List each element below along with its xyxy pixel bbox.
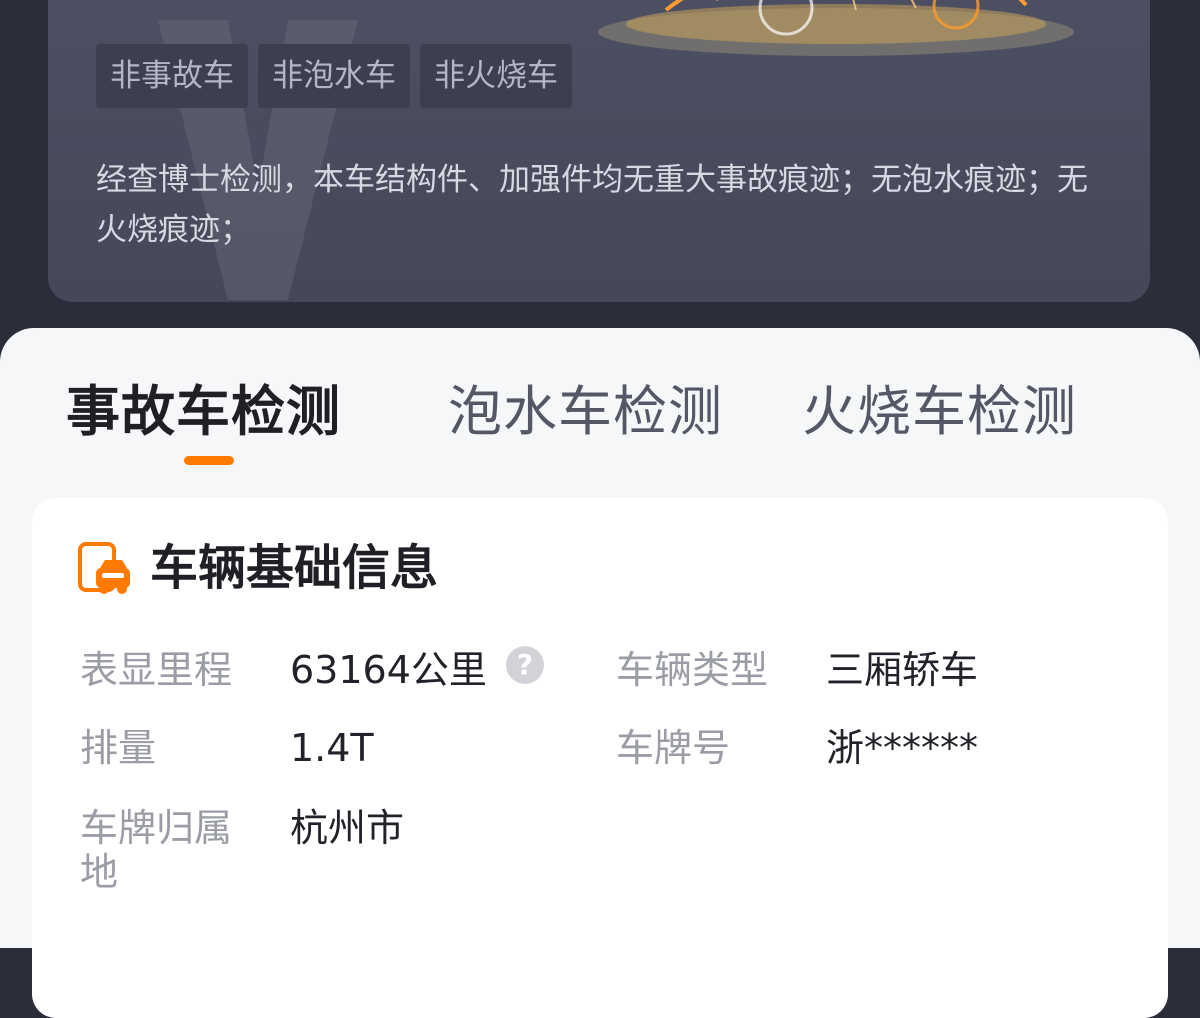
- vehicle-basic-info-card: 车辆基础信息 表显里程 63164公里 ? 车辆类型 三厢轿车 排量 1.4T …: [32, 498, 1168, 1018]
- tab-flood-check[interactable]: 泡水车检测: [448, 380, 723, 444]
- tab-accident-check[interactable]: 事故车检测: [66, 380, 341, 444]
- car-document-icon: [78, 542, 130, 594]
- plate-city-value: 杭州市: [290, 806, 405, 850]
- detail-sheet: 事故车检测 泡水车检测 火烧车检测 车辆基础信息 表显里程 63164公里 ? …: [0, 328, 1200, 1018]
- mileage-value: 63164公里: [290, 648, 487, 692]
- displacement-value: 1.4T: [290, 726, 374, 770]
- vehicle-type-value: 三厢轿车: [826, 648, 979, 692]
- help-icon[interactable]: ?: [506, 646, 544, 684]
- displacement-label: 排量: [80, 726, 157, 770]
- card-title: 车辆基础信息: [150, 540, 439, 596]
- tag-no-fire: 非火烧车: [420, 44, 572, 108]
- vehicle-type-label: 车辆类型: [616, 648, 769, 692]
- tag-no-accident: 非事故车: [96, 44, 248, 108]
- tag-no-flood: 非泡水车: [258, 44, 410, 108]
- plate-city-label: 车牌归属地: [80, 806, 233, 894]
- inspection-summary-text: 经查博士检测，本车结构件、加强件均无重大事故痕迹；无泡水痕迹；无火烧痕迹；: [96, 162, 1088, 248]
- mileage-label: 表显里程: [80, 648, 233, 692]
- inspection-result-card: 非事故车 非泡水车 非火烧车 经查博士检测，本车结构件、加强件均无重大事故痕迹；…: [48, 0, 1150, 302]
- tab-fire-check[interactable]: 火烧车检测: [802, 380, 1077, 444]
- plate-label: 车牌号: [616, 726, 731, 770]
- result-tags: 非事故车 非泡水车 非火烧车: [96, 44, 572, 108]
- active-tab-indicator: [184, 456, 234, 465]
- plate-value: 浙******: [826, 726, 979, 770]
- car-illustration: [598, 0, 1074, 56]
